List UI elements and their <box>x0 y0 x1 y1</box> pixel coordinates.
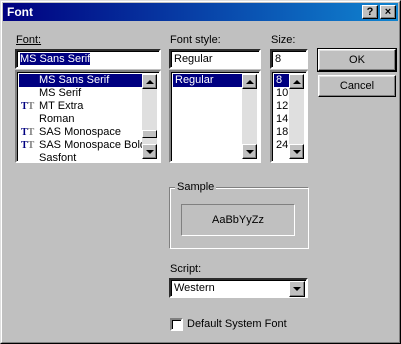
window-title: Font <box>7 5 33 19</box>
list-item-label: 24 <box>276 139 289 151</box>
list-item-label: Regular <box>175 74 214 86</box>
list-item[interactable]: 10 <box>274 87 290 100</box>
list-item-label: 12 <box>276 100 289 112</box>
list-item-label: SAS Monospace Bold <box>39 139 147 151</box>
font-list[interactable]: MS Sans Serif MS Serif TT MT Extra Roman TT SA… <box>15 70 161 163</box>
arrow-up-icon <box>146 80 154 84</box>
list-item[interactable]: MS Sans Serif <box>19 74 143 87</box>
list-item-label: SAS Monospace <box>39 126 121 138</box>
size-input[interactable]: 8 <box>270 49 308 69</box>
ok-button[interactable]: OK <box>317 48 397 72</box>
arrow-up-icon <box>246 80 254 84</box>
arrow-down-icon <box>246 150 254 154</box>
font-dialog: Font ? × Font: MS Sans Serif MS Sans Ser… <box>0 0 401 344</box>
list-item[interactable]: Roman <box>19 113 143 126</box>
font-list-scrollbar[interactable] <box>142 74 157 159</box>
scroll-thumb[interactable] <box>142 130 157 138</box>
list-item-label: MS Serif <box>39 87 82 99</box>
list-item-label: Sasfont <box>39 152 77 163</box>
size-label: Size: <box>271 34 296 46</box>
scroll-down-button[interactable] <box>242 144 257 159</box>
help-button[interactable]: ? <box>362 5 378 19</box>
script-select[interactable]: Western <box>169 278 308 298</box>
font-style-list[interactable]: Regular <box>169 70 261 163</box>
list-item[interactable]: TT MT Extra <box>19 100 143 113</box>
list-item[interactable]: Regular <box>173 74 243 87</box>
truetype-icon: TT <box>21 101 35 112</box>
list-item[interactable]: 8 <box>274 74 290 87</box>
list-item[interactable]: 14 <box>274 113 290 126</box>
list-item-label: 10 <box>276 87 289 99</box>
title-bar[interactable]: Font ? × <box>3 3 398 21</box>
truetype-icon: TT <box>21 140 35 151</box>
list-item-label: 18 <box>276 126 289 138</box>
font-style-scrollbar[interactable] <box>242 74 257 159</box>
font-style-input-value: Regular <box>174 53 213 65</box>
scroll-up-button[interactable] <box>289 74 304 89</box>
script-label: Script: <box>170 263 201 275</box>
font-label: Font: <box>16 34 41 46</box>
sample-preview: AaBbYyZz <box>181 204 295 236</box>
default-system-font-label[interactable]: Default System Font <box>187 318 287 330</box>
list-item[interactable]: Sasfont <box>19 152 143 163</box>
arrow-down-icon <box>293 150 301 154</box>
sample-group-title: Sample <box>175 181 217 193</box>
chevron-down-icon <box>293 287 301 291</box>
script-label-text: Script: <box>170 263 202 275</box>
size-input-value: 8 <box>275 53 282 65</box>
size-list[interactable]: 8 10 12 14 18 24 <box>270 70 308 163</box>
close-button[interactable]: × <box>380 5 396 19</box>
list-item-label: MS Sans Serif <box>39 74 110 86</box>
font-input[interactable]: MS Sans Serif <box>15 49 161 69</box>
font-style-input[interactable]: Regular <box>169 49 261 69</box>
scroll-up-button[interactable] <box>242 74 257 89</box>
list-item[interactable]: MS Serif <box>19 87 143 100</box>
font-label-text: Font: <box>16 34 42 46</box>
size-scrollbar[interactable] <box>289 74 304 159</box>
scroll-down-button[interactable] <box>289 144 304 159</box>
script-select-value: Western <box>174 282 215 294</box>
scroll-down-button[interactable] <box>142 144 157 159</box>
sample-text: AaBbYyZz <box>212 214 264 226</box>
font-style-label: Font style: <box>170 34 221 46</box>
list-item[interactable]: 18 <box>274 126 290 139</box>
list-item-label: Roman <box>39 113 75 125</box>
list-item[interactable]: TT SAS Monospace Bold <box>19 139 147 152</box>
scroll-up-button[interactable] <box>142 74 157 89</box>
default-system-font-checkbox[interactable] <box>170 318 183 331</box>
list-item-label: MT Extra <box>39 100 84 112</box>
list-item-label: 8 <box>276 74 283 86</box>
list-item[interactable]: TT SAS Monospace <box>19 126 143 139</box>
arrow-down-icon <box>146 150 154 154</box>
list-item[interactable]: 12 <box>274 100 290 113</box>
font-input-value: MS Sans Serif <box>20 53 91 65</box>
list-item-label: 14 <box>276 113 289 125</box>
cancel-button[interactable]: Cancel <box>318 75 396 97</box>
list-item[interactable]: 24 <box>274 139 290 152</box>
script-dropdown-button[interactable] <box>289 281 305 297</box>
arrow-up-icon <box>293 80 301 84</box>
truetype-icon: TT <box>21 127 35 138</box>
